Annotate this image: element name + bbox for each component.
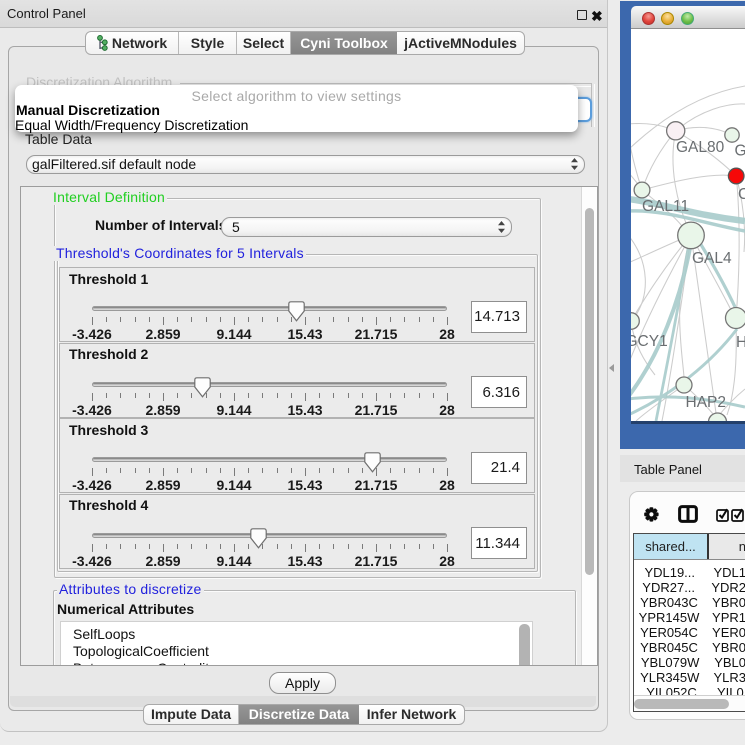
svg-text:GAL80: GAL80 [676,139,725,156]
svg-text:GCY1: GCY1 [631,333,668,350]
svg-text:HI: HI [736,334,745,351]
svg-text:GAL4: GAL4 [692,250,732,267]
svg-text:C: C [738,186,745,203]
svg-text:GA: GA [735,143,745,160]
svg-text:HAP2: HAP2 [686,394,727,411]
svg-text:GAL11: GAL11 [642,198,689,215]
